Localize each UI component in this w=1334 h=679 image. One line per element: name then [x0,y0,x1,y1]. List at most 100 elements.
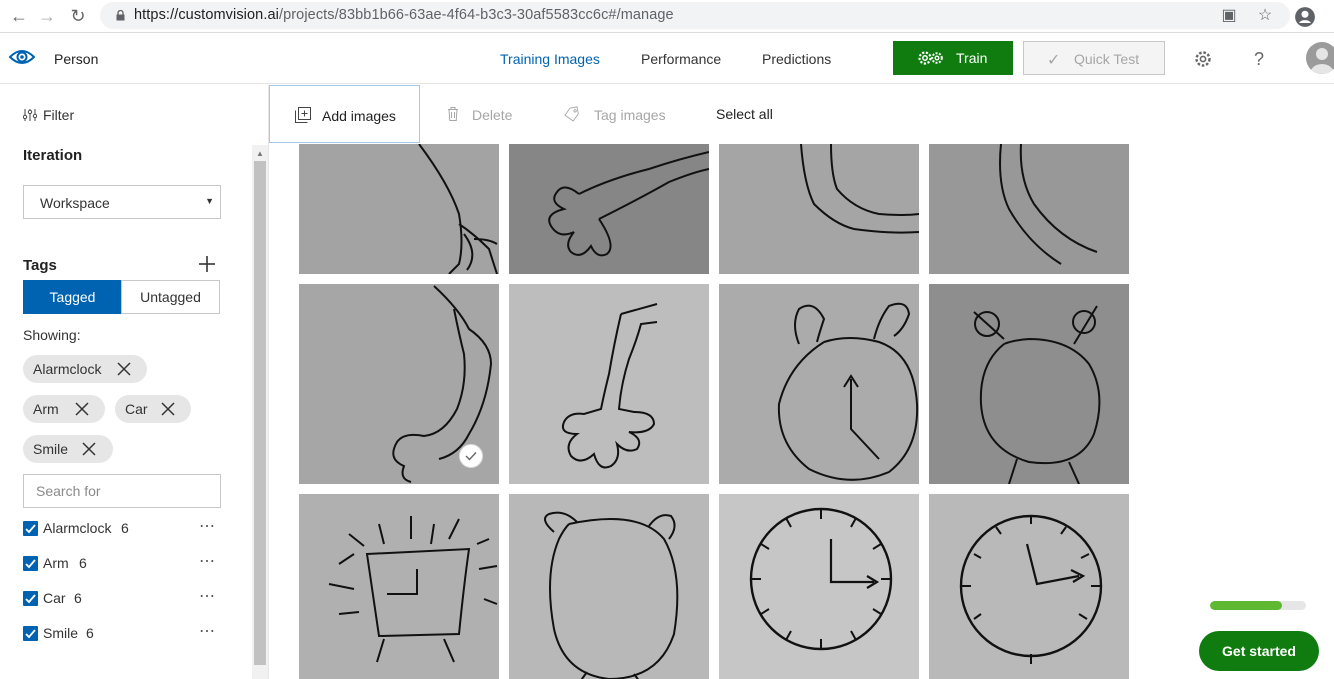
image-tile[interactable] [509,144,709,274]
tag-images-button[interactable]: Tag images [564,85,674,143]
drawing-image [973,305,1101,484]
settings-gear-icon[interactable] [1192,48,1214,70]
tagged-toggle[interactable]: Tagged [23,280,122,314]
close-icon[interactable] [161,402,175,416]
filter-chip-arm: Arm [23,395,105,423]
tag-name: Arm [43,555,69,571]
iteration-select[interactable]: Workspace ▼ [23,185,221,219]
drawing-image [544,511,679,679]
delete-button[interactable]: Delete [445,85,525,143]
add-tag-plus-icon[interactable] [198,255,216,273]
quick-test-button[interactable]: ✓ Quick Test [1023,41,1165,75]
select-all-button[interactable]: Select all [716,85,786,143]
chip-label: Car [125,401,148,417]
translate-icon[interactable]: ▣ [1218,5,1240,27]
sidebar-scrollbar[interactable]: ▲ [252,145,268,679]
get-started-button[interactable]: Get started [1199,631,1319,671]
drawing-image [548,151,709,257]
image-tile[interactable] [929,284,1129,484]
check-icon [25,629,36,639]
checkmark-icon: ✓ [1047,52,1061,69]
filter-label: Filter [43,107,75,123]
star-icon[interactable]: ☆ [1254,5,1276,27]
image-tile[interactable] [929,494,1129,679]
image-toolbar: Add images Delete Tag images Select all [269,85,1334,143]
chip-label: Arm [33,401,59,417]
checkbox[interactable] [23,591,38,606]
image-tile[interactable] [299,494,499,679]
image-tile[interactable] [299,284,499,484]
untagged-toggle[interactable]: Untagged [121,280,220,314]
tag-count: 6 [86,625,94,641]
drawing-image [999,144,1098,265]
avatar[interactable] [1306,42,1334,74]
select-all-label: Select all [716,106,773,122]
filter-sliders-icon [23,109,37,121]
checkbox[interactable] [23,626,38,641]
project-name[interactable]: Person [54,51,98,67]
check-icon [25,594,36,604]
selected-check-badge[interactable] [459,444,483,468]
checkbox[interactable] [23,556,38,571]
drawing-image [328,516,498,663]
more-options-icon[interactable]: ⋯ [199,551,216,571]
add-images-label: Add images [322,108,396,124]
image-tile[interactable] [299,144,499,274]
train-label: Train [956,50,988,66]
help-icon[interactable]: ? [1248,48,1270,70]
filter-chip-car: Car [115,395,191,423]
address-bar[interactable]: https://customvision.ai/projects/83bb1b6… [100,2,1290,29]
filter-toggle[interactable]: Filter [23,107,74,123]
showing-label: Showing: [23,327,81,343]
tag-search-field[interactable] [23,474,221,508]
onboarding-progress-bar [1210,601,1306,610]
back-icon[interactable]: ← [8,5,30,27]
image-tile[interactable] [719,284,919,484]
account-icon[interactable] [1294,6,1316,28]
add-image-icon [295,107,311,123]
close-icon[interactable] [117,362,131,376]
drawing-image [749,507,893,651]
eye-logo-icon[interactable] [9,46,35,68]
progress-fill [1210,601,1282,610]
drawing-image [959,514,1103,664]
add-images-button[interactable]: Add images [269,85,420,143]
tag-search-input[interactable] [24,475,220,507]
delete-label: Delete [472,107,513,123]
panel-divider [268,85,269,679]
image-grid [299,144,1129,679]
forward-icon[interactable]: → [36,5,58,27]
more-options-icon[interactable]: ⋯ [199,516,216,536]
image-tile[interactable] [719,494,919,679]
filter-chip-alarmclock: Alarmclock [23,355,147,383]
tab-predictions[interactable]: Predictions [762,51,831,67]
image-tile[interactable] [719,144,919,274]
tags-heading: Tags [23,257,57,274]
quick-test-label: Quick Test [1074,51,1140,67]
train-button[interactable]: Train [893,41,1013,75]
image-tile[interactable] [509,494,709,679]
scrollbar-thumb[interactable] [254,161,266,665]
close-icon[interactable] [82,442,96,456]
tab-performance[interactable]: Performance [641,51,721,67]
trash-icon [448,107,458,121]
scroll-up-arrow-icon[interactable]: ▲ [256,149,264,158]
chip-label: Alarmclock [33,361,102,377]
image-tile[interactable] [509,284,709,484]
gears-icon [918,51,943,65]
image-tile[interactable] [929,144,1129,274]
tag-row-alarmclock[interactable]: Alarmclock 6 ⋯ [23,518,223,540]
url-text: https://customvision.ai/projects/83bb1b6… [134,7,674,23]
tag-name: Car [43,590,66,606]
more-options-icon[interactable]: ⋯ [199,586,216,606]
checkbox[interactable] [23,521,38,536]
close-icon[interactable] [75,402,89,416]
tag-row-car[interactable]: Car 6 ⋯ [23,588,223,610]
tag-row-arm[interactable]: Arm 6 ⋯ [23,553,223,575]
tag-row-smile[interactable]: Smile 6 ⋯ [23,623,223,645]
more-options-icon[interactable]: ⋯ [199,621,216,641]
reload-icon[interactable]: ↻ [67,5,89,27]
chip-label: Smile [33,441,69,457]
tag-icon [564,106,579,122]
tab-training-images[interactable]: Training Images [500,51,600,67]
